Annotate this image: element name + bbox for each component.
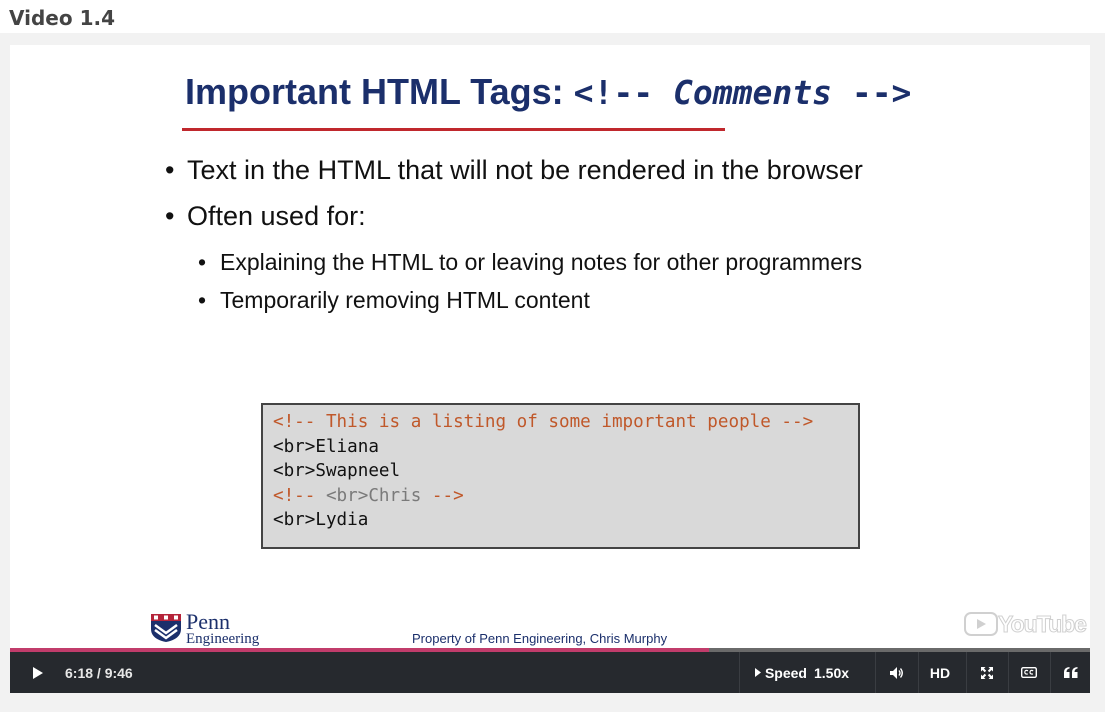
- divider: [875, 652, 876, 693]
- captions-button[interactable]: [1014, 652, 1044, 693]
- caret-right-icon: [754, 668, 761, 677]
- divider: [918, 652, 919, 693]
- slide-title-comment-close: -->: [831, 73, 912, 112]
- youtube-play-icon: [964, 612, 998, 636]
- penn-shield-icon: [151, 614, 181, 642]
- code-line: <br>Eliana: [273, 436, 379, 457]
- title-underline: [182, 128, 725, 131]
- slide-footer: Property of Penn Engineering, Chris Murp…: [412, 631, 668, 646]
- bullet-text: Often used for:: [187, 201, 366, 231]
- bullet-item: • Text in the HTML that will not be rende…: [165, 155, 863, 185]
- slide-title-comment-word: Comments: [673, 73, 832, 112]
- speed-value: 1.50x: [813, 664, 850, 681]
- sub-bullet-item: • Temporarily removing HTML content: [198, 287, 590, 313]
- divider: [1050, 652, 1051, 693]
- code-line: <br>Lydia: [273, 510, 369, 530]
- play-icon: [33, 666, 43, 679]
- speed-button[interactable]: Speed 1.50x: [752, 652, 852, 693]
- time-display: 6:18 / 9:46: [65, 664, 133, 681]
- code-line: <br>Swapneel: [273, 461, 401, 481]
- divider: [739, 652, 740, 693]
- youtube-watermark[interactable]: YouTube: [964, 611, 1087, 638]
- sub-bullet-text: Temporarily removing HTML content: [220, 287, 590, 313]
- slide-title: Important HTML Tags: <!-- Comments -->: [185, 71, 911, 113]
- code-line-comment: <!-- This is a listing of some important…: [273, 412, 814, 432]
- code-line-commented-out: <!-- <br>Chris -->: [273, 484, 848, 509]
- logo-text-engineering: Engineering: [186, 631, 260, 647]
- divider: [966, 652, 967, 693]
- sub-bullet-item: • Explaining the HTML to or leaving notes…: [198, 249, 863, 275]
- fullscreen-button[interactable]: [972, 652, 1002, 693]
- code-listing: <!-- This is a listing of some important…: [261, 403, 860, 549]
- slide-title-comment-open: <!--: [573, 73, 673, 112]
- divider: [1008, 652, 1009, 693]
- comment-close: -->: [421, 485, 464, 506]
- page-title: Video 1.4: [9, 6, 115, 30]
- video-player[interactable]: Important HTML Tags: <!-- Comments --> •…: [10, 45, 1090, 693]
- hd-label: HD: [929, 664, 951, 681]
- volume-button[interactable]: [882, 652, 912, 693]
- fullscreen-icon: [981, 666, 993, 679]
- slide-title-text: Important HTML Tags:: [185, 71, 574, 112]
- youtube-wordmark: YouTube: [998, 611, 1088, 638]
- bullet-text: Text in the HTML that will not be render…: [187, 155, 863, 185]
- penn-engineering-logo: Penn Engineering: [150, 609, 270, 647]
- bullet-item: • Often used for:: [165, 201, 366, 231]
- sub-bullet-text: Explaining the HTML to or leaving notes …: [220, 249, 863, 275]
- captions-icon: [1021, 667, 1037, 678]
- speed-label: Speed: [764, 664, 807, 681]
- quote-icon: [1064, 667, 1078, 678]
- comment-open: <!--: [273, 485, 326, 506]
- transcript-button[interactable]: [1056, 652, 1086, 693]
- hd-button[interactable]: HD: [922, 652, 958, 693]
- volume-icon: [890, 666, 903, 679]
- commented-code: <br>Chris: [325, 485, 422, 506]
- player-controls: 6:18 / 9:46 Speed 1.50x HD: [10, 652, 1090, 693]
- play-button[interactable]: [20, 652, 56, 693]
